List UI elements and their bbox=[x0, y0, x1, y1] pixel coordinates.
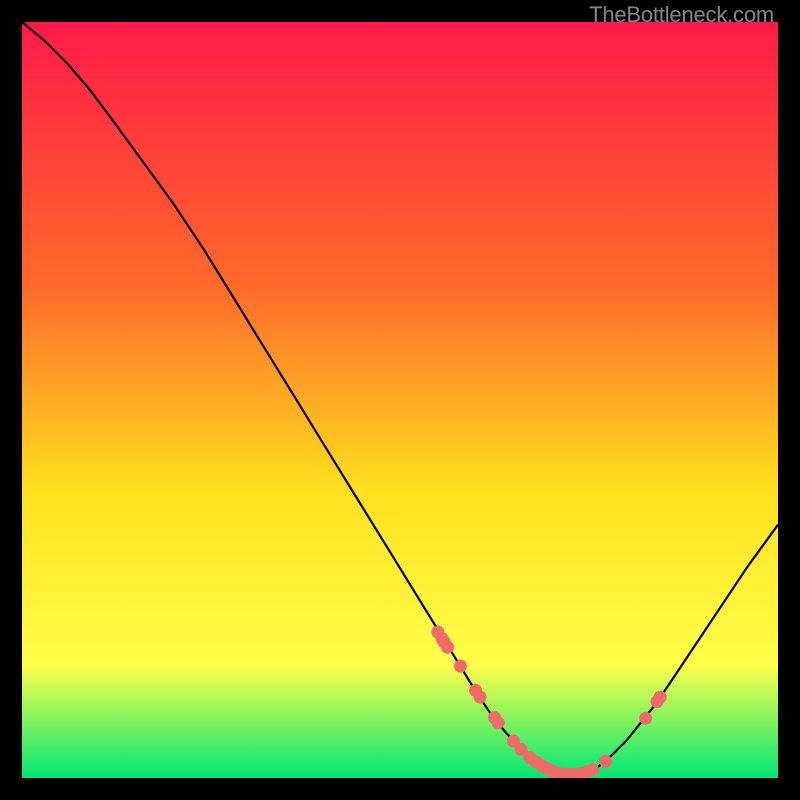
marker-point bbox=[599, 755, 612, 768]
gradient-background bbox=[22, 22, 778, 778]
marker-point bbox=[441, 641, 454, 654]
chart-frame bbox=[22, 22, 778, 778]
marker-point bbox=[586, 763, 599, 776]
chart-plot bbox=[22, 22, 778, 778]
watermark-text: TheBottleneck.com bbox=[589, 2, 774, 28]
marker-point bbox=[454, 660, 467, 673]
marker-point bbox=[639, 712, 652, 725]
marker-point bbox=[474, 691, 487, 704]
marker-point bbox=[492, 716, 505, 729]
marker-point bbox=[654, 691, 667, 704]
